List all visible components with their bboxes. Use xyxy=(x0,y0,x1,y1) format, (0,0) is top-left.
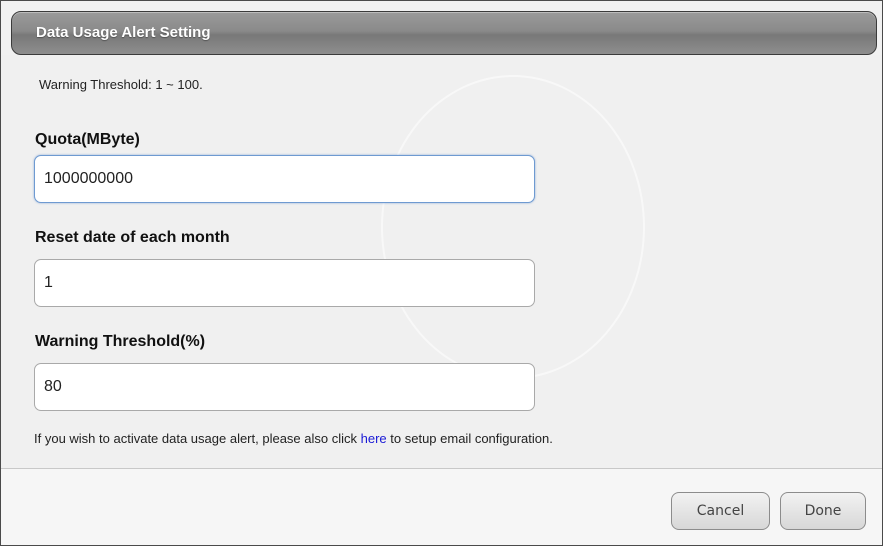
threshold-note: Warning Threshold: 1 ~ 100. xyxy=(39,77,203,92)
done-button[interactable]: Done xyxy=(780,492,866,530)
info-text-after: to setup email configuration. xyxy=(386,431,553,446)
background-watermark xyxy=(381,75,645,379)
dialog-title: Data Usage Alert Setting xyxy=(36,24,211,41)
quota-input[interactable] xyxy=(34,155,535,203)
dialog-titlebar: Data Usage Alert Setting xyxy=(11,11,877,55)
email-setup-info: If you wish to activate data usage alert… xyxy=(34,431,553,446)
dialog-footer: Cancel Done xyxy=(1,468,882,545)
info-text-before: If you wish to activate data usage alert… xyxy=(34,431,361,446)
warning-threshold-input[interactable] xyxy=(34,363,535,411)
data-usage-alert-dialog: Data Usage Alert Setting Warning Thresho… xyxy=(0,0,883,546)
cancel-button[interactable]: Cancel xyxy=(671,492,770,530)
dialog-content: Warning Threshold: 1 ~ 100. Quota(MByte)… xyxy=(1,55,882,468)
quota-label: Quota(MByte) xyxy=(35,131,140,148)
email-setup-link[interactable]: here xyxy=(361,431,387,446)
reset-date-label: Reset date of each month xyxy=(35,229,230,246)
reset-date-input[interactable] xyxy=(34,259,535,307)
warning-threshold-label: Warning Threshold(%) xyxy=(35,333,206,350)
